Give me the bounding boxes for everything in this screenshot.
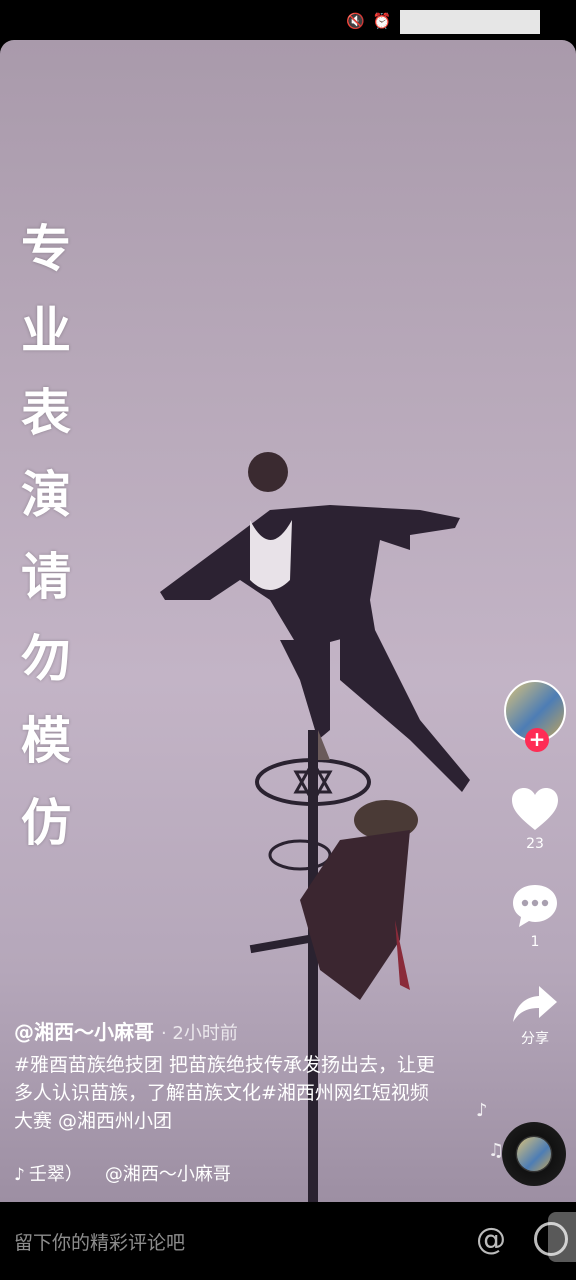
overlay-warning-text: 专 业 表 演 请 勿 模 仿 [16,208,76,864]
music-row[interactable]: ♪ 壬翠） @湘西～小麻哥 [14,1160,231,1186]
overlay-char: 模 [21,712,71,770]
comment-icon [513,885,557,927]
floating-note-icon: ♪ [476,1100,488,1121]
comment-bar: 留下你的精彩评论吧 @ [0,1202,576,1280]
share-button[interactable]: 分享 [511,984,559,1048]
video-caption: @湘西～小麻哥 · 2小时前 #雅酉苗族绝技团 把苗族绝技传承发扬出去，让更多人… [14,1016,444,1135]
music-title: 壬翠） [28,1164,83,1185]
overlay-char: 仿 [21,794,71,852]
overlay-char: 业 [21,302,71,360]
overlay-char: 专 [21,220,71,278]
status-icons: 🔇 ⏰ [346,12,391,30]
heart-icon [512,788,558,830]
overlay-char: 表 [21,384,71,442]
status-redaction [400,10,540,34]
music-author: @湘西～小麻哥 [104,1164,231,1185]
video-description[interactable]: #雅酉苗族绝技团 把苗族绝技传承发扬出去，让更多人认识苗族，了解苗族文化#湘西州… [14,1051,444,1135]
post-time: · 2小时前 [160,1023,238,1044]
author-avatar[interactable]: + [504,680,566,752]
share-arrow-icon [513,986,557,1022]
music-title-wrap: ♪ 壬翠） [14,1160,83,1186]
music-disc[interactable] [502,1122,566,1186]
overlay-char: 勿 [21,630,71,688]
comment-input[interactable]: 留下你的精彩评论吧 [14,1228,185,1255]
overlay-char: 请 [21,548,71,606]
status-bar: 🔇 ⏰ [0,0,576,44]
emoji-redaction [548,1212,576,1262]
tiktok-note-icon: ♪ [14,1165,25,1185]
follow-plus-icon[interactable]: + [525,728,549,752]
overlay-char: 演 [21,466,71,524]
mute-icon: 🔇 [346,12,365,30]
alarm-icon: ⏰ [372,12,392,30]
at-mention-icon[interactable]: @ [476,1222,506,1257]
author-name[interactable]: @湘西～小麻哥 [14,1020,154,1044]
side-action-bar: + 23 1 分享 [502,680,568,1048]
author-row: @湘西～小麻哥 · 2小时前 [14,1016,444,1045]
disc-cover [517,1137,551,1171]
comment-count: 1 [530,934,540,950]
comment-button[interactable]: 1 [510,882,560,950]
like-count: 23 [526,836,544,852]
like-button[interactable]: 23 [510,786,560,852]
share-label: 分享 [521,1031,549,1047]
